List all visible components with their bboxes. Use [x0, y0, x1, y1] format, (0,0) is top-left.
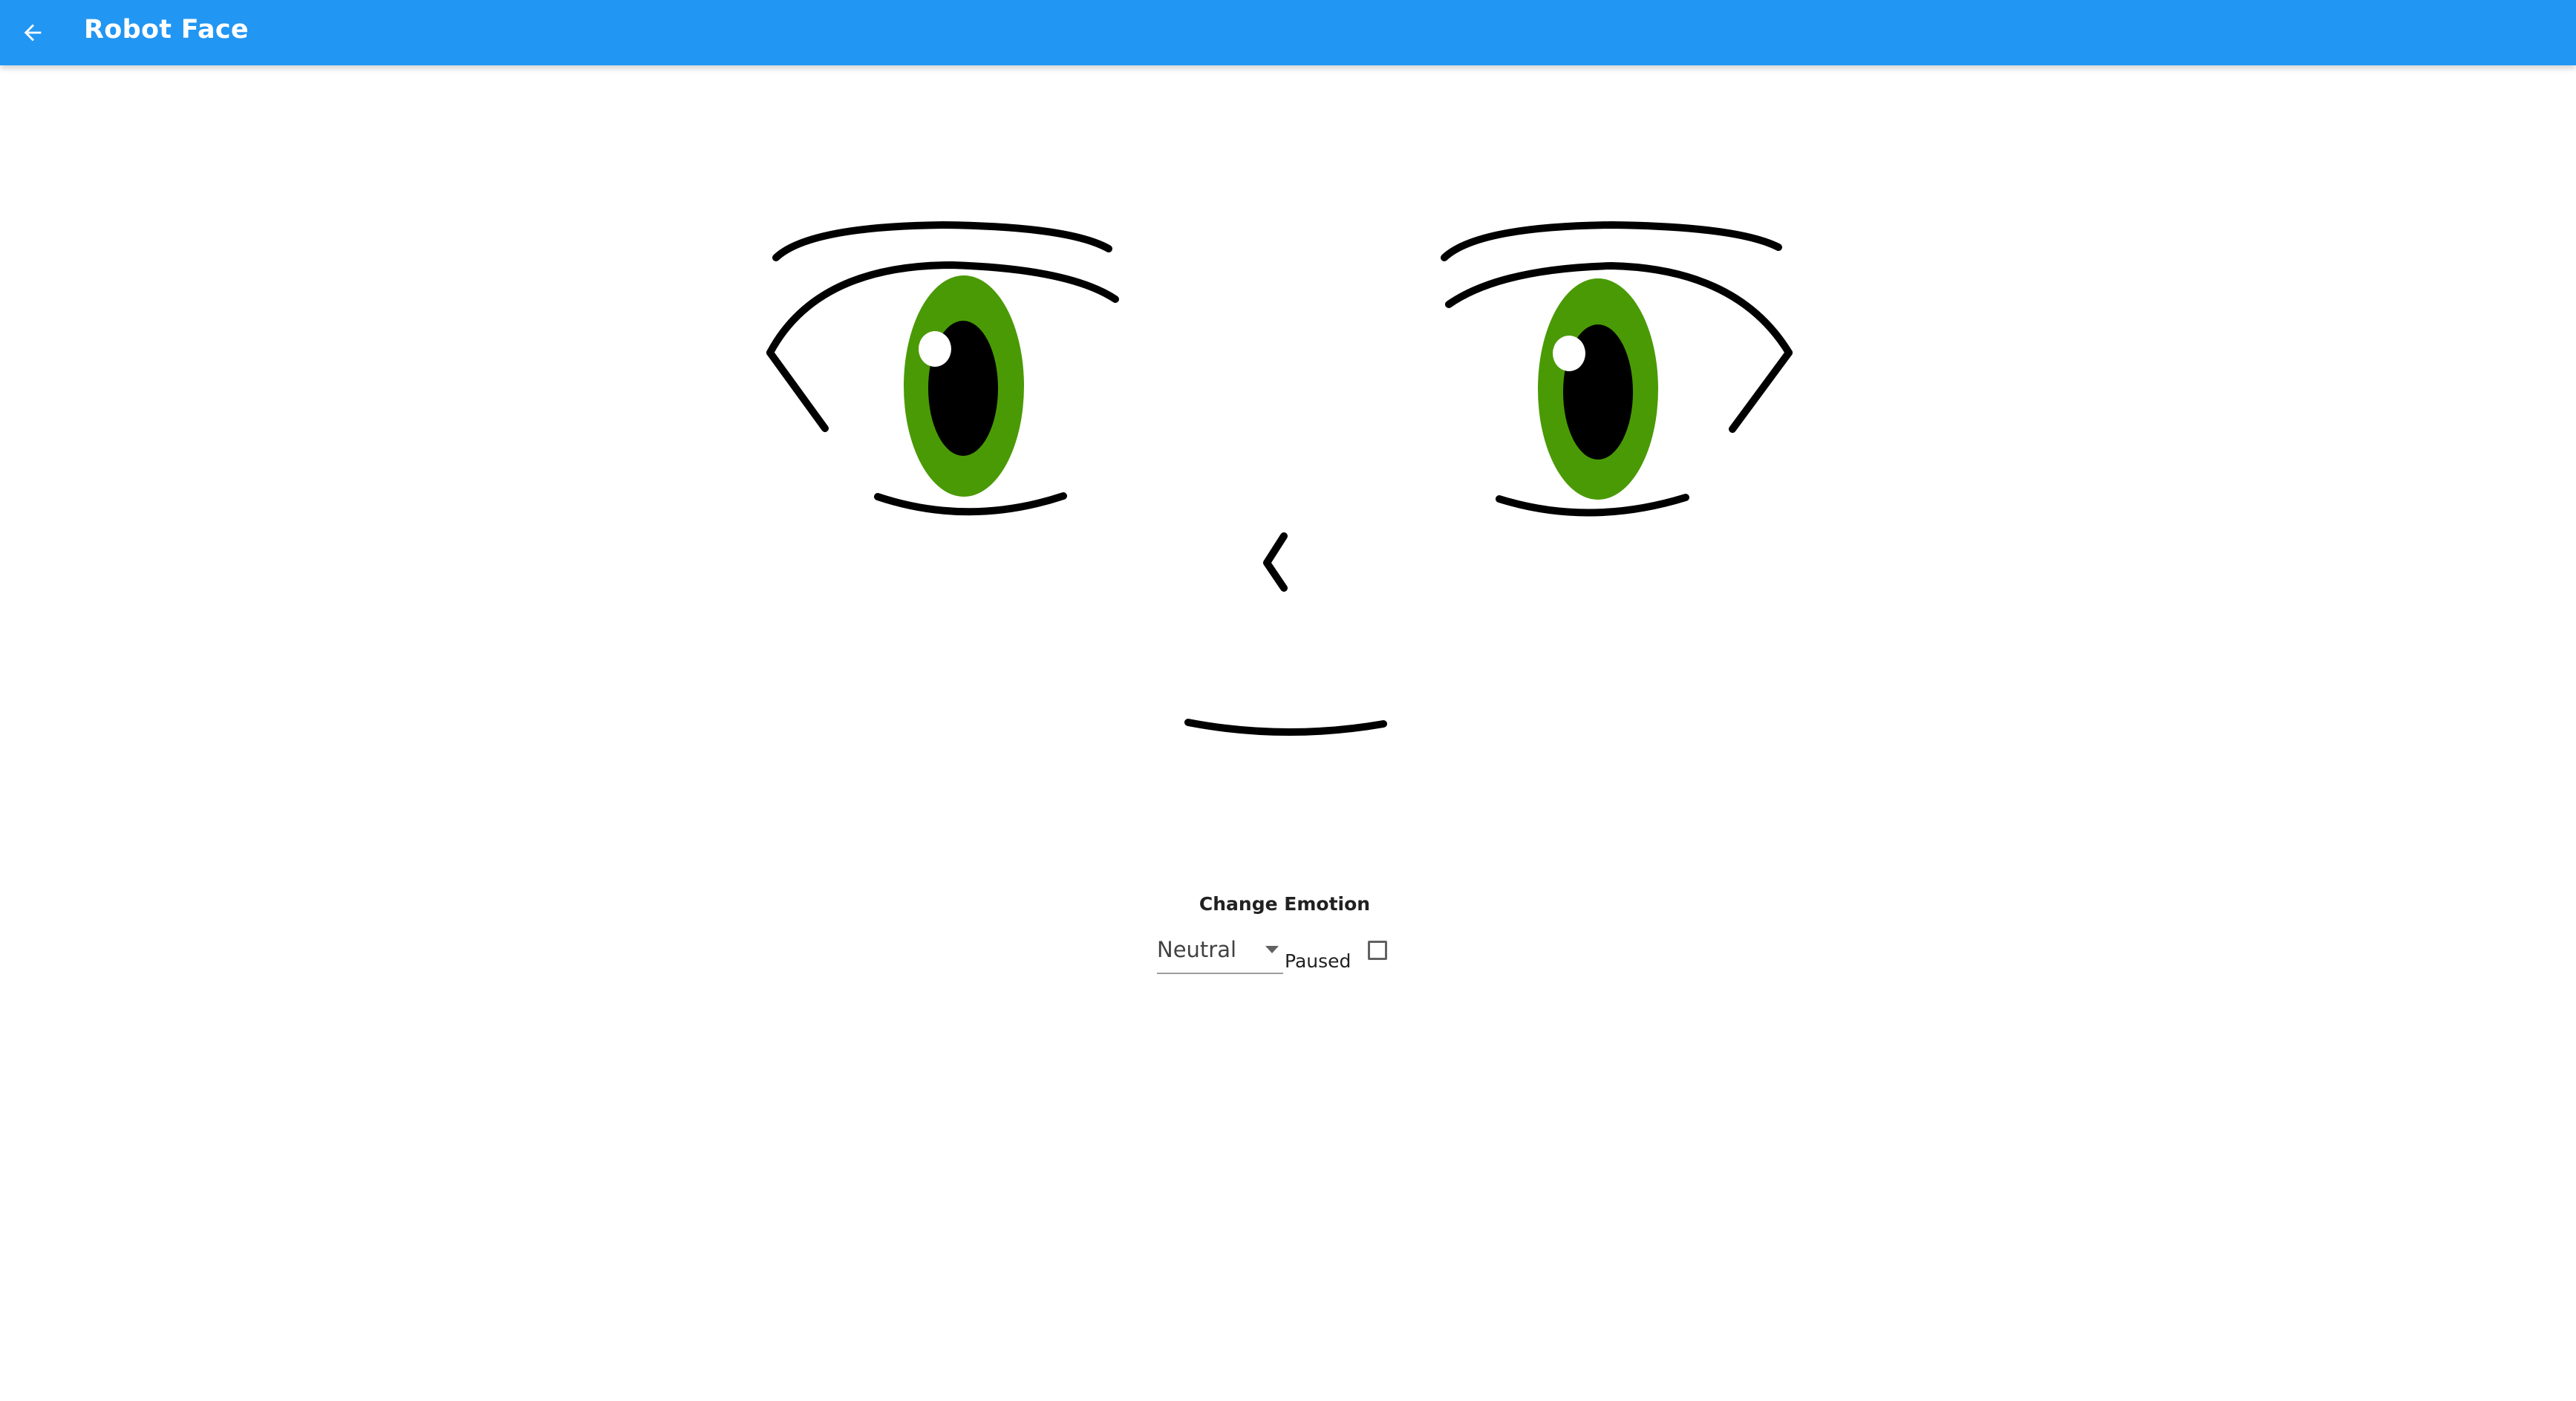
right-eyeball — [1538, 278, 1658, 500]
back-button[interactable] — [10, 10, 55, 55]
left-eyebrow — [772, 221, 1112, 261]
mouth — [1184, 719, 1387, 737]
paused-label: Paused — [1285, 950, 1351, 972]
right-lower-eyelid — [1496, 494, 1689, 517]
page-title: Robot Face — [84, 15, 249, 45]
app-bar: Robot Face — [0, 0, 2576, 65]
left-eye-outer-line — [766, 349, 829, 432]
paused-checkbox[interactable] — [1368, 941, 1387, 960]
nose — [1263, 532, 1288, 592]
left-eye-highlight — [919, 331, 951, 367]
right-eye-outer-line — [1729, 349, 1793, 433]
arrow-left-icon — [24, 24, 42, 42]
left-eyeball — [904, 275, 1024, 497]
dropdown-arrow-icon — [1265, 946, 1279, 953]
right-eye-highlight — [1553, 336, 1585, 371]
change-emotion-heading: Change Emotion — [1199, 893, 1371, 915]
left-lower-eyelid — [874, 492, 1067, 516]
robot-face-canvas — [766, 221, 1793, 737]
right-eyebrow — [1441, 221, 1782, 261]
emotion-select[interactable]: Neutral — [1157, 933, 1283, 974]
emotion-select-value: Neutral — [1157, 937, 1237, 962]
